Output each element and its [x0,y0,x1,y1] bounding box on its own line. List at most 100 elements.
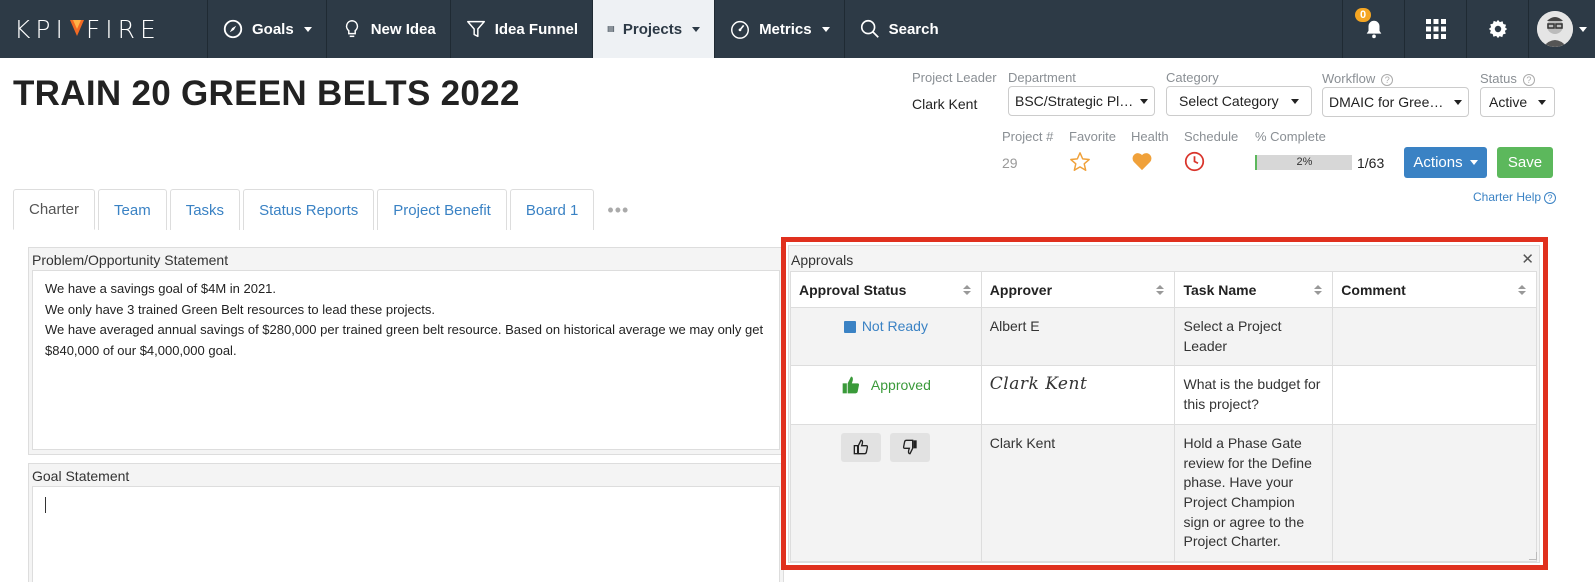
project-leader-value[interactable]: Clark Kent [912,96,977,112]
reject-button[interactable] [890,432,931,462]
comment-cell [1332,306,1537,367]
sort-icon [1518,285,1526,295]
workflow-select[interactable]: DMAIC for Gree… [1322,87,1469,117]
category-label: Category [1166,70,1219,85]
projects-icon [607,26,615,32]
save-button-label: Save [1507,154,1543,171]
schedule-clock-icon[interactable] [1184,151,1205,177]
approver-cell: Albert E [980,306,1176,367]
task-name-cell: Select a Project Leader [1174,306,1334,367]
tab-board-1[interactable]: Board 1 [509,189,595,230]
chevron-down-icon [1454,99,1462,105]
status-text: Not Ready [861,318,928,334]
approved-status: Approved [841,375,931,395]
workflow-label-text: Workflow [1322,71,1376,86]
column-header-comment[interactable]: Comment [1332,271,1537,308]
nav-goals-label: Goals [252,20,294,38]
save-button[interactable]: Save [1497,147,1553,178]
health-label: Health [1131,129,1169,144]
approve-button[interactable] [841,432,882,462]
column-header-label: Approver [989,281,1053,298]
page-title: TRAIN 20 GREEN BELTS 2022 [13,74,520,113]
column-header-approver[interactable]: Approver [980,271,1176,308]
help-icon[interactable]: ? [1522,74,1535,86]
category-select[interactable]: Select Category [1166,86,1312,116]
notification-count-badge: 0 [1355,8,1372,22]
grid-icon [1425,19,1446,39]
gear-icon [1488,19,1507,39]
nav-goals[interactable]: Goals [208,0,327,58]
square-status-icon [843,320,856,333]
thumbs-up-icon [854,439,869,455]
compass-icon [223,19,243,39]
tab-tasks[interactable]: Tasks [169,189,241,230]
percent-complete-label: % Complete [1255,129,1326,144]
project-number-value: 29 [1002,155,1018,171]
table-row: Clark Kent Hold a Phase Gate review for … [790,423,1537,562]
goal-statement-editor[interactable] [32,486,780,582]
project-leader-label: Project Leader [912,70,997,85]
more-tabs-icon[interactable]: ••• [597,189,629,231]
task-name-cell: Hold a Phase Gate review for the Define … [1174,423,1334,562]
approvals-header-row: Approval Status Approver Task Name Comme… [790,271,1537,308]
chevron-down-icon [821,26,830,32]
status-select[interactable]: Active [1480,87,1555,117]
percent-complete-bar: 2% [1255,155,1352,170]
text-cursor [45,497,46,513]
sort-icon [1156,285,1164,295]
tab-charter[interactable]: Charter [13,189,96,230]
help-icon[interactable]: ? [1381,74,1394,86]
tab-project-benefit[interactable]: Project Benefit [377,189,507,230]
chevron-down-icon [1579,26,1587,32]
resize-handle[interactable] [1529,552,1537,560]
table-row: Approved Clark Kent What is the budget f… [790,365,1537,425]
settings-button[interactable] [1467,0,1529,58]
nav-search[interactable]: Search [845,0,953,58]
approval-status-cell: Not Ready [790,306,982,367]
favorite-star-icon[interactable] [1069,151,1091,178]
column-header-approval-status[interactable]: Approval Status [790,271,982,308]
notifications-button[interactable]: 0 [1343,0,1405,58]
avatar [1537,11,1573,47]
charter-help-link[interactable]: Charter Help? [1473,190,1557,204]
category-select-value: Select Category [1179,93,1279,109]
nav-spacer [953,0,1343,58]
not-ready-status[interactable]: Not Ready [843,317,928,337]
chevron-down-icon [1291,98,1299,104]
nav-idea-funnel[interactable]: Idea Funnel [451,0,594,58]
vote-buttons [841,432,931,462]
project-number-label: Project # [1002,129,1054,144]
problem-line: We have a savings goal of $4M in 2021. [45,281,277,296]
apps-grid-button[interactable] [1405,0,1467,58]
kpifire-logo[interactable]: KPI FIRE [0,0,208,58]
nav-metrics-label: Metrics [759,20,812,38]
task-name-cell: What is the budget for this project? [1174,365,1334,425]
nav-metrics[interactable]: Metrics [715,0,845,58]
nav-new-idea[interactable]: New Idea [327,0,451,58]
tab-team[interactable]: Team [98,189,167,230]
close-icon[interactable]: ✕ [1521,250,1534,268]
workflow-select-value: DMAIC for Gree… [1329,94,1444,110]
approvals-title: Approvals [791,252,854,268]
user-menu[interactable] [1529,0,1595,58]
top-navbar: KPI FIRE Goals New Idea Idea Funnel Proj… [0,0,1595,58]
gauge-icon [731,20,750,39]
nav-new-idea-label: New Idea [370,20,436,38]
logo-text-left: KPI [14,14,68,44]
tab-status-reports[interactable]: Status Reports [243,189,375,230]
department-select[interactable]: BSC/Strategic Pl… [1008,86,1155,116]
actions-button[interactable]: Actions [1404,147,1487,178]
workflow-label: Workflow? [1322,71,1394,86]
nav-search-label: Search [888,20,939,38]
sort-icon [1314,285,1322,295]
thumbs-up-icon [842,377,859,394]
comment-cell [1332,423,1537,562]
column-header-label: Approval Status [799,281,907,298]
charter-help-text: Charter Help [1473,190,1542,204]
favorite-label: Favorite [1069,129,1116,144]
problem-statement-editor[interactable]: We have a savings goal of $4M in 2021. W… [32,270,780,450]
column-header-task-name[interactable]: Task Name [1174,271,1334,308]
nav-projects[interactable]: Projects [593,0,716,58]
health-heart-icon[interactable] [1131,151,1153,176]
schedule-label: Schedule [1184,129,1239,144]
